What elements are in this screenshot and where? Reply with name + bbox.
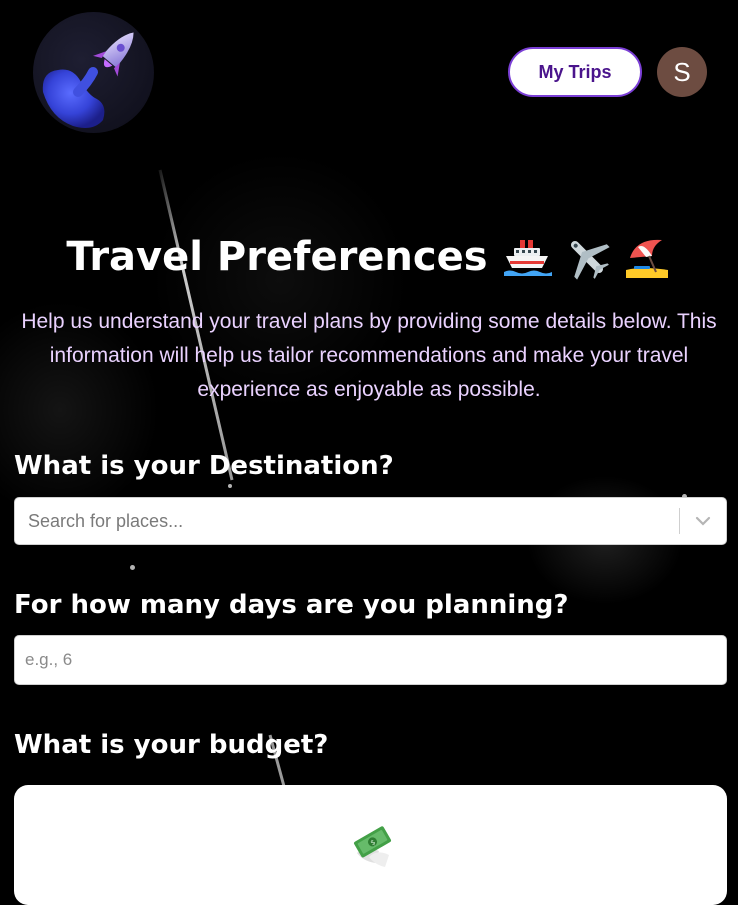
days-question: For how many days are you planning? — [14, 590, 569, 620]
page-title: Travel Preferences — [66, 234, 488, 280]
destination-search-select[interactable]: Search for places... — [14, 497, 727, 545]
page-title-row: Travel Preferences — [0, 232, 738, 282]
avatar-initial: S — [673, 56, 691, 87]
dropdown-toggle[interactable] — [680, 498, 726, 544]
destination-question: What is your Destination? — [14, 451, 394, 481]
my-trips-button[interactable]: My Trips — [508, 47, 642, 97]
my-trips-label: My Trips — [538, 61, 612, 82]
money-with-wings-icon: $ — [354, 826, 391, 867]
airplane-icon — [570, 240, 610, 280]
days-input[interactable] — [14, 635, 727, 685]
page-subtitle: Help us understand your travel plans by … — [21, 310, 717, 401]
ship-icon — [503, 240, 552, 276]
user-avatar[interactable]: S — [657, 47, 707, 97]
rocket-logo-icon — [42, 32, 134, 128]
chevron-down-icon — [695, 516, 711, 526]
app-logo[interactable] — [33, 12, 154, 133]
budget-option-card[interactable]: $ — [14, 785, 727, 905]
budget-question: What is your budget? — [14, 730, 329, 760]
destination-placeholder: Search for places... — [28, 510, 184, 531]
title-emoji-group — [502, 232, 672, 282]
beach-umbrella-icon — [625, 239, 668, 278]
